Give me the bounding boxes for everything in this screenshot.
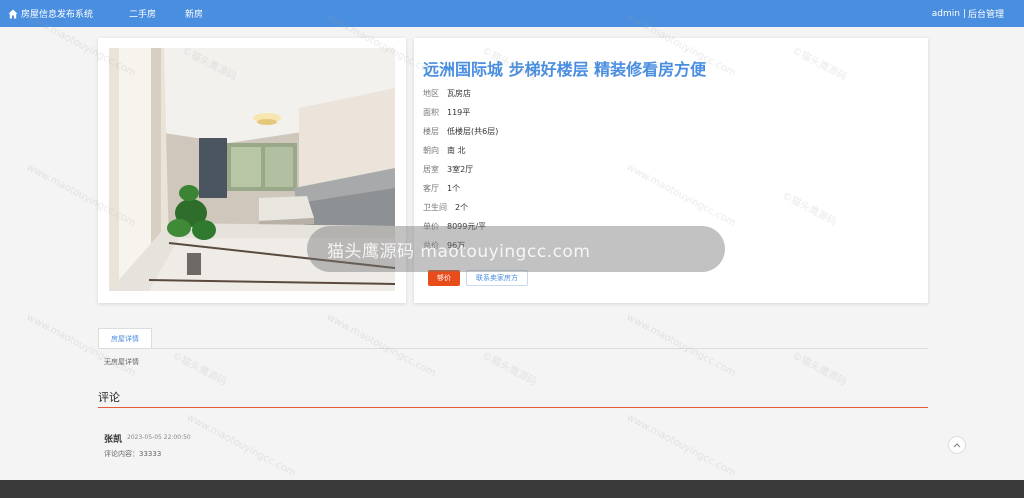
- attr-value: 3室2厅: [447, 165, 474, 174]
- details-content: 无房屋详情: [104, 358, 139, 366]
- watermark-text: www.maotouyingcc.com: [184, 411, 298, 480]
- attr-key: 卫生间: [423, 203, 447, 212]
- admin-link[interactable]: 后台管理: [968, 7, 1004, 20]
- buy-button[interactable]: 够价: [428, 270, 460, 286]
- tab-house-details[interactable]: 房屋详情: [98, 328, 152, 349]
- watermark-text: ©猫头鹰源码: [789, 350, 849, 389]
- house-title: 远洲国际城 步梯好楼层 精装修看房方便: [423, 60, 707, 79]
- watermark-text: ©猫头鹰源码: [479, 350, 539, 389]
- watermark-text: www.maotouyingcc.com: [624, 411, 738, 480]
- brand-title: 房屋信息发布系统: [21, 10, 94, 20]
- watermark-text: ©猫头鹰源码: [169, 350, 229, 389]
- attr-key: 居室: [423, 165, 439, 174]
- comment-body: 评论内容：33333: [104, 450, 162, 458]
- comment-author: 张凯: [104, 435, 123, 445]
- attr-bathroom: 卫生间 2个: [423, 202, 468, 213]
- nav-user-area: admin | 后台管理: [932, 0, 1004, 27]
- attr-value: 瓦房店: [447, 89, 471, 98]
- attr-floor: 楼层 低楼层(共6层): [423, 126, 498, 137]
- attr-area: 面积 119平: [423, 107, 470, 118]
- attr-value: 低楼层(共6层): [447, 127, 499, 136]
- watermark-text: www.maotouyingcc.com: [324, 311, 438, 380]
- attr-key: 楼层: [423, 127, 439, 136]
- attr-orientation: 朝向南 北: [423, 145, 466, 156]
- comments-divider: [98, 407, 928, 408]
- comments-title: 评论: [98, 391, 120, 404]
- brand[interactable]: 房屋信息发布系统: [8, 7, 93, 20]
- attr-key: 朝向: [423, 146, 439, 155]
- nav-link-second-hand[interactable]: 二手房: [129, 7, 156, 20]
- nav-link-new-house[interactable]: 新房: [185, 7, 203, 20]
- home-icon: [8, 9, 18, 18]
- attr-value: 2个: [455, 203, 469, 212]
- nav-separator: |: [962, 8, 966, 19]
- watermark-text: www.maotouyingcc.com: [624, 311, 738, 380]
- attr-key: 面积: [423, 108, 439, 117]
- action-buttons: 够价 联系卖家房方: [428, 270, 528, 286]
- top-navbar: 房屋信息发布系统 二手房 新房 admin | 后台管理: [0, 0, 1024, 27]
- footer: [0, 480, 1024, 498]
- attr-key: 地区: [423, 89, 439, 98]
- watermark-pill: 猫头鹰源码 maotouyingcc.com: [307, 226, 725, 272]
- attr-value: 南 北: [447, 146, 466, 155]
- attr-value: 119平: [447, 108, 471, 117]
- contact-seller-button[interactable]: 联系卖家房方: [466, 270, 528, 286]
- chevron-up-icon: [953, 443, 961, 448]
- back-to-top-button[interactable]: [948, 436, 966, 454]
- attr-value: 1个: [447, 184, 461, 193]
- attr-region: 地区 瓦房店: [423, 88, 471, 99]
- comment-time: 2023-05-05 22:00:50: [127, 434, 191, 441]
- attr-key: 客厅: [423, 184, 439, 193]
- attr-living-room: 客厅 1个: [423, 183, 460, 194]
- user-name[interactable]: admin: [932, 9, 960, 19]
- tab-divider: [98, 348, 928, 349]
- attr-rooms: 居室 3室2厅: [423, 164, 473, 175]
